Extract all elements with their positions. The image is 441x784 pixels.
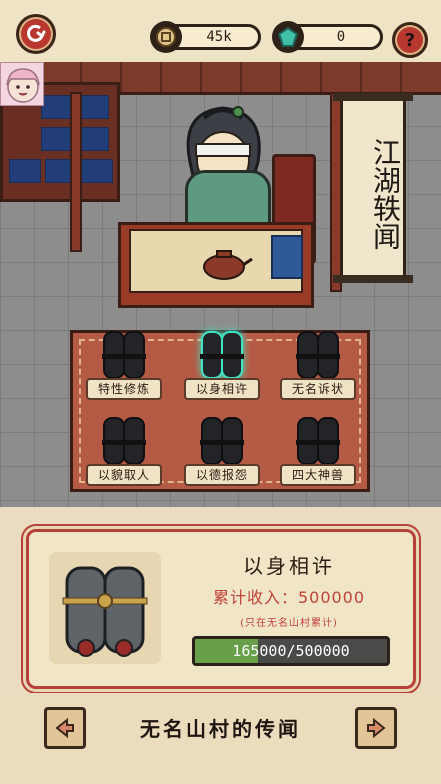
menu-item-label: 以德报怨 (184, 464, 260, 486)
menu-item-label: 特性修炼 (86, 378, 162, 400)
income-progress-bar: 165000/500000 (192, 636, 390, 666)
arrow-left-icon (55, 717, 74, 739)
scroll-bundle-icon (296, 331, 340, 379)
menu-item-2[interactable]: 以身相许 (180, 330, 264, 404)
coin-counter[interactable]: 45k (150, 21, 261, 53)
scroll-bundle-icon (62, 566, 148, 657)
prev-button[interactable] (44, 707, 86, 749)
avatar-face-icon (6, 68, 40, 103)
coin-icon (150, 21, 182, 53)
menu-item-3[interactable]: 无名诉状 (276, 330, 360, 404)
rumor-title: 以身相许 (243, 554, 335, 578)
menu-item-label: 以貌取人 (86, 464, 162, 486)
menu-item-label: 四大神兽 (280, 464, 356, 486)
avatar[interactable] (0, 62, 44, 106)
menu-item-label: 无名诉状 (280, 378, 356, 400)
scroll-bundle-icon (200, 417, 244, 465)
top-bar: 45k 0 ? (0, 0, 441, 62)
banner-text: 江湖轶闻 (369, 138, 402, 250)
help-button[interactable]: ? (392, 22, 428, 58)
gem-counter[interactable]: 0 (272, 21, 383, 53)
book-stack (271, 235, 303, 279)
coin-value: 45k (206, 29, 232, 45)
menu-item-1[interactable]: 特性修炼 (82, 330, 166, 404)
desk (118, 222, 314, 308)
menu-item-6[interactable]: 四大神兽 (276, 416, 360, 490)
scroll-bundle-icon (200, 331, 244, 379)
arrow-right-icon (367, 717, 386, 739)
gem-value: 0 (336, 29, 346, 45)
village-title: 无名山村的传闻 (140, 717, 301, 741)
back-button[interactable] (16, 14, 56, 54)
menu-item-label: 以身相许 (184, 378, 260, 400)
back-arrow-icon (27, 24, 46, 42)
scroll-bundle-icon (102, 331, 146, 379)
gem-icon (272, 21, 304, 53)
selected-thumbnail (49, 552, 161, 664)
menu-item-5[interactable]: 以德报怨 (180, 416, 264, 490)
rumor-info-panel: 以身相许 累计收入：500000 (只在无名山村累计) 165000/50000… (26, 529, 416, 689)
teapot-icon (203, 250, 253, 280)
scroll-bundle-icon (102, 417, 146, 465)
scroll-bundle-icon (296, 417, 340, 465)
income-text: 累计收入：500000 (212, 588, 366, 607)
question-icon: ? (404, 29, 416, 51)
hanging-scroll: 江湖轶闻 (333, 93, 413, 283)
menu-item-4[interactable]: 以貌取人 (82, 416, 166, 490)
income-note: (只在无名山村累计) (240, 618, 338, 629)
next-button[interactable] (355, 707, 397, 749)
game-screen: 45k 0 ? 江湖轶闻 特性修炼 以身相许 无名诉状 以貌取人 以德报怨 四大… (0, 0, 441, 784)
bottom-nav: 无名山村的传闻 (0, 693, 441, 784)
wooden-pillar-left (70, 92, 82, 252)
progress-text: 165000/500000 (232, 642, 350, 660)
